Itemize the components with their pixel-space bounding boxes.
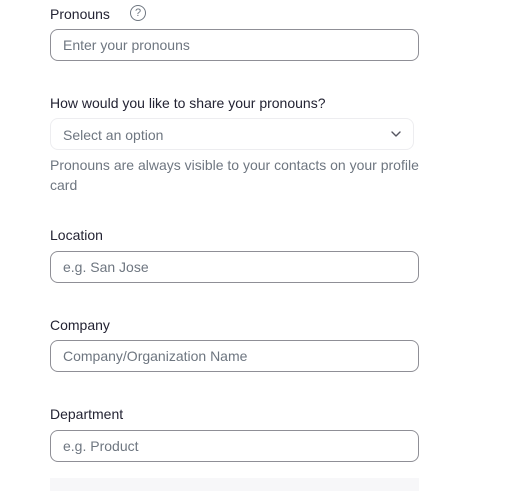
company-input[interactable] — [50, 340, 419, 372]
pronouns-visibility-hint: Pronouns are always visible to your cont… — [50, 157, 419, 193]
department-input[interactable] — [50, 430, 419, 462]
share-pronouns-select[interactable]: Select an option — [50, 118, 414, 150]
pronouns-input[interactable] — [50, 29, 419, 61]
company-label: Company — [50, 317, 110, 333]
location-label: Location — [50, 227, 103, 243]
profile-form: Pronouns ? How would you like to share y… — [0, 0, 531, 491]
department-label: Department — [50, 406, 124, 422]
pronouns-label: Pronouns — [50, 6, 110, 22]
location-input[interactable] — [50, 251, 419, 283]
question-circle-icon[interactable]: ? — [130, 5, 146, 21]
chevron-down-icon — [391, 131, 401, 137]
next-field-edge — [50, 478, 419, 491]
share-pronouns-label: How would you like to share your pronoun… — [50, 95, 326, 111]
share-pronouns-selected-value: Select an option — [63, 127, 164, 143]
